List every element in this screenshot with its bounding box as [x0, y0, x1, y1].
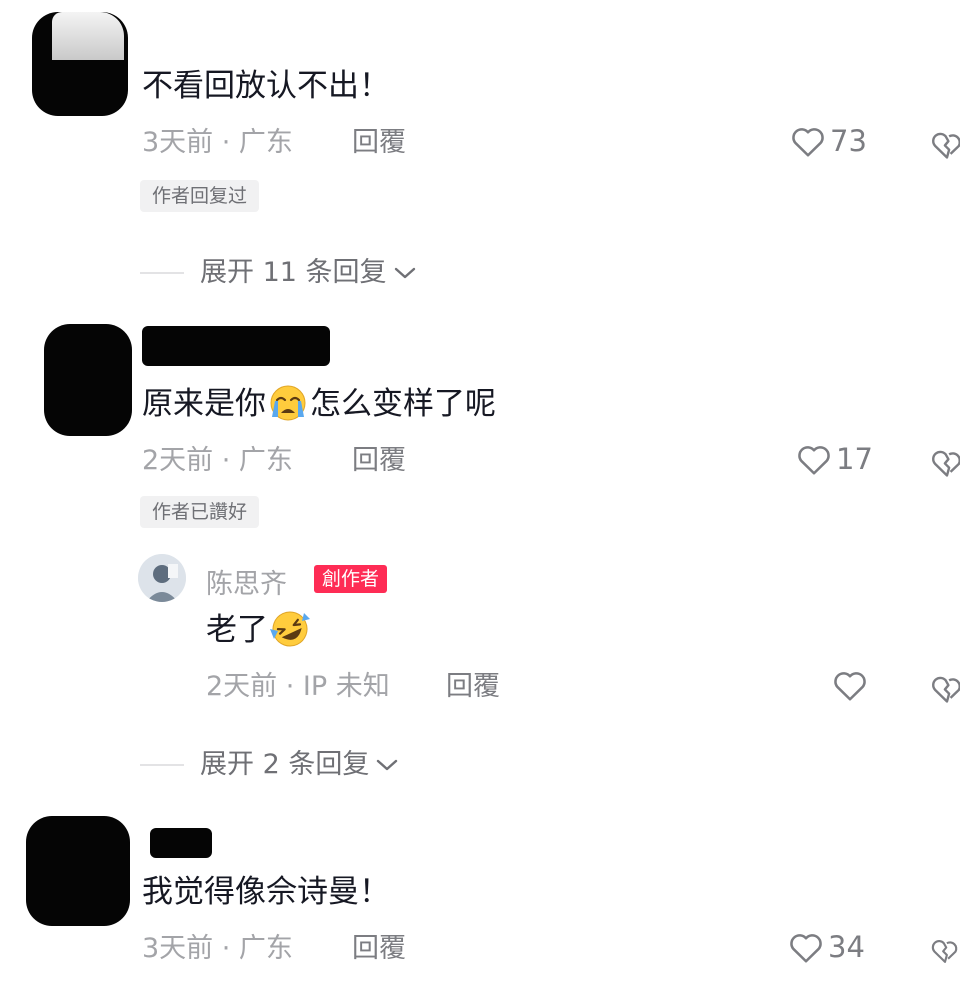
like-button[interactable]: 73	[790, 124, 867, 158]
broken-heart-icon	[932, 676, 960, 703]
avatar-highlight	[52, 12, 124, 60]
reply-text-part: 老了	[206, 612, 268, 648]
reply-button[interactable]: 回覆	[446, 670, 500, 704]
creator-name[interactable]: 陈思齐	[206, 562, 287, 601]
comment-text: 我觉得像佘诗曼！	[142, 874, 390, 910]
heart-outline-icon	[792, 128, 824, 157]
dislike-button[interactable]	[930, 672, 960, 708]
divider-line	[140, 764, 184, 766]
author-liked-tag: 作者已讚好	[140, 496, 260, 528]
chevron-down-icon	[377, 759, 398, 771]
broken-heart-icon	[931, 940, 958, 963]
expand-replies-button[interactable]: 展开 2 条回复	[140, 748, 399, 782]
dislike-button[interactable]	[930, 934, 960, 970]
heart-outline-icon	[834, 672, 866, 701]
comment-text: 不看回放认不出！	[142, 68, 390, 104]
comment-meta: 3天前 · 广东	[142, 127, 293, 158]
loudly-crying-face-emoji	[270, 385, 306, 420]
reply-button[interactable]: 回覆	[352, 444, 406, 478]
author-replied-tag: 作者回复过	[140, 180, 260, 212]
like-count: 34	[828, 930, 865, 964]
expand-replies-button[interactable]: 展开 11 条回复	[140, 256, 417, 290]
creator-avatar-image	[138, 554, 186, 602]
dislike-button[interactable]	[930, 446, 960, 482]
comment-text-part: 怎么变样了呢	[310, 386, 496, 422]
rolling-on-floor-laughing-emoji	[270, 611, 310, 646]
heart-outline-icon	[798, 446, 830, 475]
expand-replies-label: 展开 11 条回复	[200, 257, 387, 288]
comment-meta: 3天前 · 广东	[142, 933, 293, 964]
broken-heart-icon	[932, 132, 960, 159]
reply-text: 老了	[206, 610, 312, 652]
avatar-redacted[interactable]	[26, 816, 130, 926]
reply-button[interactable]: 回覆	[352, 126, 406, 160]
dislike-button[interactable]	[930, 128, 960, 164]
username-redacted[interactable]	[142, 326, 330, 366]
like-button[interactable]: 34	[788, 930, 865, 964]
reply-button[interactable]: 回覆	[352, 932, 406, 966]
creator-badge: 創作者	[314, 565, 388, 593]
like-button[interactable]	[832, 668, 872, 702]
comment-text: 原来是你 怎么变样了呢	[142, 384, 496, 426]
like-count: 73	[830, 124, 867, 158]
reply-meta: 2天前 · IP 未知	[206, 671, 390, 702]
broken-heart-icon	[932, 450, 960, 477]
like-count: 17	[836, 442, 873, 476]
heart-outline-icon	[790, 934, 822, 963]
creator-avatar[interactable]	[138, 554, 186, 602]
chevron-down-icon	[394, 267, 415, 279]
like-button[interactable]: 17	[796, 442, 873, 476]
username-redacted[interactable]	[150, 828, 212, 858]
avatar-redacted[interactable]	[44, 324, 132, 436]
comment-meta: 2天前 · 广东	[142, 445, 293, 476]
expand-replies-label: 展开 2 条回复	[200, 749, 370, 780]
comment-text-part: 原来是你	[142, 386, 266, 422]
divider-line	[140, 272, 184, 274]
